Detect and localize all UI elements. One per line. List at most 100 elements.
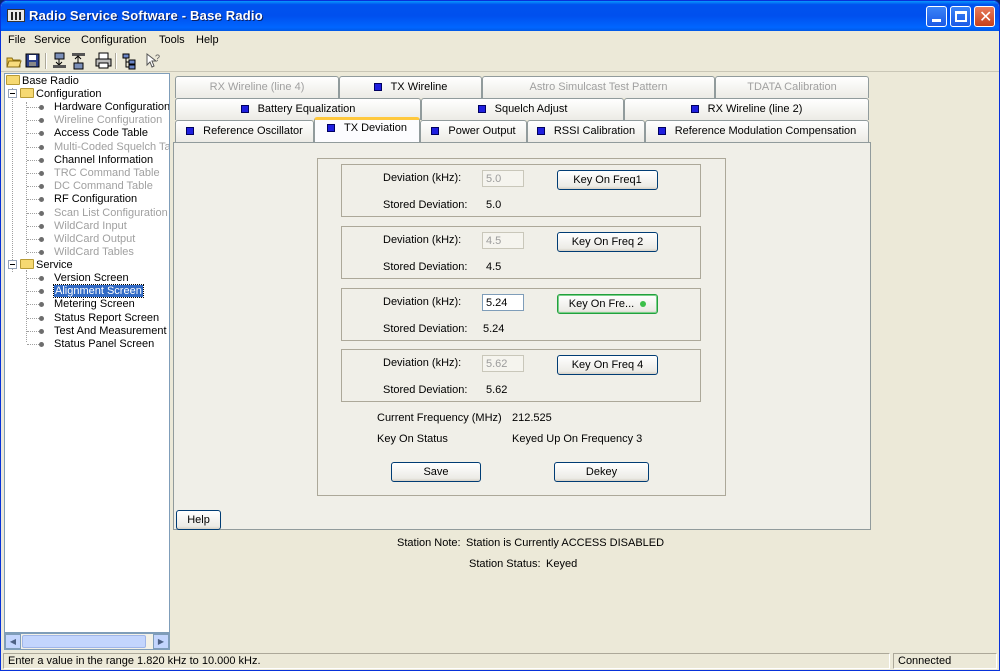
title-bar[interactable]: Radio Service Software - Base Radio ✕	[1, 1, 999, 31]
tree-root[interactable]: Base Radio	[6, 75, 79, 88]
tree-item-scan-list-configuration[interactable]: Scan List Configuration	[54, 207, 168, 220]
tree-item-version-screen[interactable]: Version Screen	[54, 272, 129, 285]
tree-item-multi-coded-squelch-tab[interactable]: Multi-Coded Squelch Tab	[54, 141, 169, 154]
key-on-freq4-button[interactable]: Key On Freq 4	[557, 355, 658, 375]
help-button[interactable]: Help	[176, 510, 221, 530]
deviation-input-freq2[interactable]	[482, 232, 524, 249]
context-help-button[interactable]: ?	[144, 52, 162, 70]
tree-connector	[12, 88, 13, 272]
tab-checkbox-icon[interactable]	[477, 105, 486, 113]
tree-item-channel-information[interactable]: Channel Information	[54, 154, 153, 167]
tree-connector	[27, 186, 39, 188]
tab-reference-modulation-compensation[interactable]: Reference Modulation Compensation	[645, 120, 869, 142]
tab-rx-wireline-line-4[interactable]: RX Wireline (line 4)	[175, 76, 339, 98]
stored-deviation-value: 5.0	[486, 199, 502, 211]
print-button[interactable]	[95, 52, 113, 70]
tab-rx-wireline-line-2[interactable]: RX Wireline (line 2)	[624, 98, 869, 120]
tree-item-test-and-measurement-s[interactable]: Test And Measurement S	[54, 325, 169, 338]
tab-tx-wireline[interactable]: TX Wireline	[339, 76, 482, 98]
tab-checkbox-icon[interactable]	[373, 83, 382, 91]
navigation-tree[interactable]: Base Radio Configuration Hardware Config…	[4, 73, 170, 633]
tab-checkbox-icon[interactable]	[240, 105, 249, 113]
read-radio-button[interactable]	[51, 52, 69, 70]
tree-view-button[interactable]	[121, 52, 139, 70]
menu-service[interactable]: Service	[34, 34, 71, 46]
tree-item-alignment-screen[interactable]: Alignment Screen	[53, 284, 144, 299]
menu-help[interactable]: Help	[196, 34, 219, 46]
tree-item-status-panel-screen[interactable]: Status Panel Screen	[54, 338, 154, 351]
connection-status: Connected	[893, 653, 997, 669]
save-button[interactable]: Save	[391, 462, 481, 482]
tab-label: TX Wireline	[390, 81, 448, 93]
minimize-button[interactable]	[926, 6, 947, 27]
dekey-button[interactable]: Dekey	[554, 462, 649, 482]
tree-item-hardware-configuration[interactable]: Hardware Configuration	[54, 101, 170, 114]
tab-checkbox-icon[interactable]	[536, 127, 545, 135]
scroll-right-button[interactable]: ▶	[153, 634, 169, 649]
tab-label: RSSI Calibration	[553, 125, 636, 137]
tree-item-wildcard-tables[interactable]: WildCard Tables	[54, 246, 134, 259]
tree-bullet-icon	[39, 184, 44, 190]
tab-squelch-adjust[interactable]: Squelch Adjust	[421, 98, 624, 120]
tab-tdata-calibration[interactable]: TDATA Calibration	[715, 76, 869, 98]
tab-checkbox-icon[interactable]	[186, 127, 195, 135]
write-radio-icon	[72, 53, 85, 70]
save-toolbar-button[interactable]	[24, 52, 42, 70]
maximize-button[interactable]	[950, 6, 971, 27]
tree-item-dc-command-table[interactable]: DC Command Table	[54, 180, 153, 193]
current-frequency-value: 212.525	[512, 412, 552, 424]
write-radio-button[interactable]	[70, 52, 88, 70]
tree-item-rf-configuration[interactable]: RF Configuration	[54, 193, 137, 206]
tree-node-service[interactable]: Service	[20, 259, 73, 272]
tab-checkbox-icon[interactable]	[327, 124, 335, 132]
tree-item-wildcard-input[interactable]: WildCard Input	[54, 220, 127, 233]
tab-checkbox-icon[interactable]	[690, 105, 699, 113]
key-on-freq1-button[interactable]: Key On Freq1	[557, 170, 658, 190]
keyed-indicator-icon	[640, 300, 647, 307]
scrollbar-thumb[interactable]	[22, 635, 146, 648]
menu-file[interactable]: File	[8, 34, 26, 46]
deviation-input-freq1[interactable]	[482, 170, 524, 187]
tab-checkbox-icon[interactable]	[431, 127, 440, 135]
menu-configuration[interactable]: Configuration	[81, 34, 146, 46]
tab-rssi-calibration[interactable]: RSSI Calibration	[527, 120, 645, 142]
tree-horizontal-scrollbar[interactable]: ◀ ▶	[4, 633, 170, 650]
key-on-freq3-button[interactable]: Key On Fre...	[557, 294, 658, 314]
tree-node-configuration[interactable]: Configuration	[20, 88, 101, 101]
tree-connector	[27, 173, 39, 174]
tree-connector	[27, 107, 39, 108]
tree-item-label: Metering Screen	[54, 298, 135, 311]
tree-item-status-report-screen[interactable]: Status Report Screen	[54, 312, 159, 325]
deviation-label: Deviation (kHz):	[383, 357, 462, 369]
tab-power-output[interactable]: Power Output	[420, 120, 527, 142]
tab-checkbox-icon[interactable]	[657, 127, 666, 135]
tree-connector	[27, 239, 39, 240]
close-button[interactable]: ✕	[974, 6, 995, 27]
tree-bullet-icon	[39, 250, 44, 256]
stored-deviation-value: 5.24	[483, 323, 505, 335]
collapse-service-toggle[interactable]	[8, 260, 17, 269]
tab-astro-simulcast-test-pattern[interactable]: Astro Simulcast Test Pattern	[482, 76, 715, 98]
tree-item-access-code-table[interactable]: Access Code Table	[54, 127, 148, 140]
key-on-button-label: Key On Freq 4	[571, 358, 644, 371]
menu-tools[interactable]: Tools	[159, 34, 185, 46]
stored-deviation-value: 5.62	[486, 384, 508, 396]
deviation-input-freq4[interactable]	[482, 355, 524, 372]
key-on-freq2-button[interactable]: Key On Freq 2	[557, 232, 658, 252]
tree-bullet-icon	[39, 237, 44, 242]
collapse-configuration-toggle[interactable]	[8, 89, 17, 98]
deviation-input-freq3[interactable]	[482, 294, 524, 311]
toolbar: ?	[1, 50, 999, 72]
tree-item-wildcard-output[interactable]: WildCard Output	[54, 233, 135, 246]
tree-bullet-icon	[39, 171, 44, 176]
tree-item-metering-screen[interactable]: Metering Screen	[54, 298, 135, 311]
tree-item-label: Hardware Configuration	[54, 101, 170, 113]
scroll-left-button[interactable]: ◀	[5, 634, 21, 649]
tree-item-trc-command-table[interactable]: TRC Command Table	[54, 167, 160, 180]
tree-item-label: Scan List Configuration	[54, 206, 168, 219]
tab-tx-deviation[interactable]: TX Deviation	[314, 117, 420, 142]
open-button[interactable]	[5, 52, 23, 70]
tree-connector	[27, 159, 39, 161]
tab-reference-oscillator[interactable]: Reference Oscillator	[175, 120, 314, 142]
tree-item-wireline-configuration[interactable]: Wireline Configuration	[54, 114, 162, 127]
